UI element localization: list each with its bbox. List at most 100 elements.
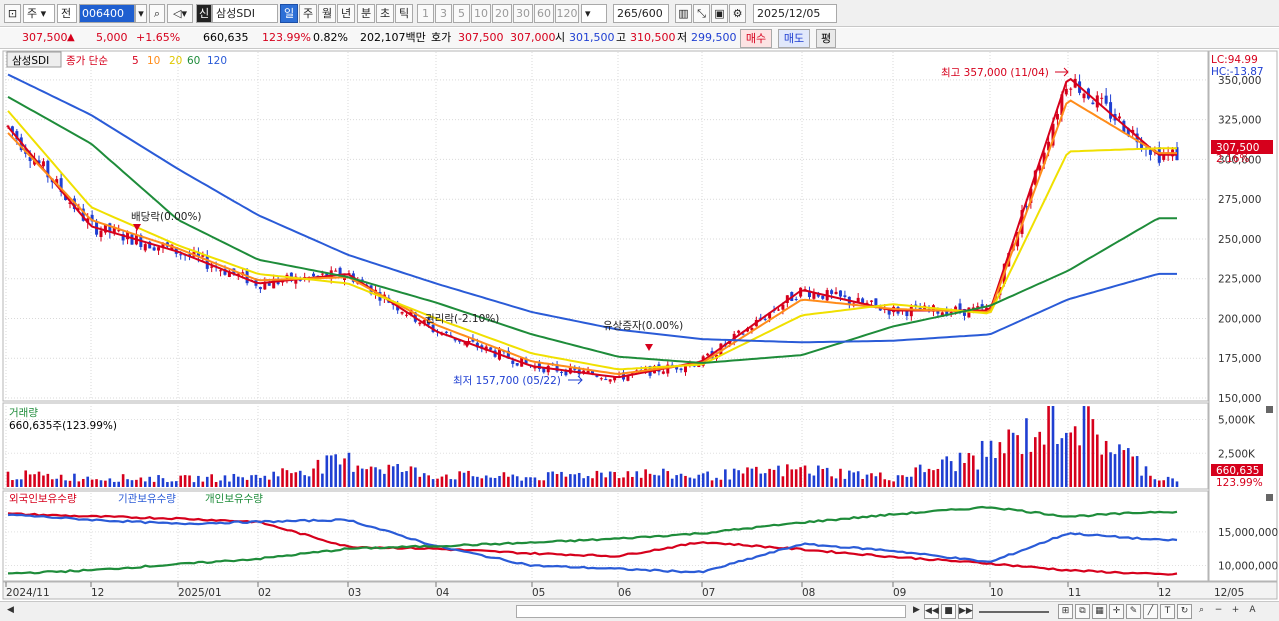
stock-name-field[interactable]: 삼성SDI bbox=[212, 4, 278, 23]
volume-bar bbox=[223, 475, 227, 487]
count-field[interactable]: 265/600 bbox=[613, 4, 669, 23]
candle-body bbox=[143, 244, 147, 251]
volume-bar bbox=[1131, 456, 1135, 487]
volume-tag-pct: 123.99% bbox=[1216, 477, 1263, 489]
volume-panel-close-icon[interactable] bbox=[1266, 406, 1273, 413]
tab-day[interactable]: 일 bbox=[280, 4, 298, 23]
count-total: /600 bbox=[638, 7, 663, 20]
grid-toggle-icon[interactable]: ▦ bbox=[1092, 604, 1107, 619]
text-icon[interactable]: T bbox=[1160, 604, 1175, 619]
tab-minute[interactable]: 분 bbox=[357, 4, 375, 23]
save-icon[interactable]: ▣ bbox=[711, 4, 728, 23]
volume-bar bbox=[1020, 454, 1024, 487]
volume-bar bbox=[551, 471, 554, 487]
candle-body bbox=[1109, 102, 1113, 119]
tab-week[interactable]: 주 bbox=[299, 4, 317, 23]
interval-10[interactable]: 10 bbox=[471, 4, 491, 23]
interval-20[interactable]: 20 bbox=[492, 4, 512, 23]
interval-1[interactable]: 1 bbox=[417, 4, 434, 23]
zoom-out-icon[interactable]: − bbox=[1211, 604, 1226, 619]
tools-icon[interactable]: ✎ bbox=[1126, 604, 1141, 619]
market-select[interactable]: 전 bbox=[57, 4, 77, 23]
search-icon[interactable]: ⌕ bbox=[149, 4, 165, 23]
chart-area[interactable]: 2024/11 12 2025/01 02 03 04 05 06 07 08 09 10 11 12 1… bbox=[0, 50, 1279, 601]
copy-icon[interactable]: ⧉ bbox=[1075, 604, 1090, 619]
eval-button[interactable]: 평 bbox=[816, 29, 836, 48]
rewind-icon[interactable]: ◀◀ bbox=[924, 604, 939, 619]
volume-bar bbox=[799, 467, 802, 487]
volume-tick-label: 2,500K bbox=[1218, 448, 1256, 460]
y-tick-label: 275,000 bbox=[1218, 194, 1261, 206]
interval-60[interactable]: 60 bbox=[534, 4, 554, 23]
volume-bar bbox=[1007, 429, 1011, 487]
volume-bar bbox=[1149, 475, 1152, 487]
interval-120[interactable]: 120 bbox=[555, 4, 579, 23]
x-tick-label: 04 bbox=[436, 587, 450, 599]
indicator-icon[interactable]: ⤡ bbox=[693, 4, 710, 23]
volume-bar bbox=[595, 470, 599, 487]
zoom-icon[interactable]: ⌕ bbox=[1194, 604, 1209, 619]
volume-bar bbox=[1140, 475, 1143, 487]
tab-year[interactable]: 년 bbox=[337, 4, 355, 23]
volume-bar bbox=[1073, 426, 1077, 487]
volume-bar bbox=[697, 474, 701, 487]
forward-icon[interactable]: ▶▶ bbox=[958, 604, 973, 619]
refresh-icon[interactable]: ↻ bbox=[1177, 604, 1192, 619]
volume-bar bbox=[936, 468, 940, 487]
candle-body bbox=[312, 273, 316, 277]
code-dropdown-icon[interactable]: ▾ bbox=[135, 4, 147, 23]
volume-bar bbox=[1087, 406, 1090, 487]
period-type-select[interactable]: 주 ▾ bbox=[23, 4, 55, 23]
speaker-icon[interactable]: ◁▾ bbox=[167, 4, 193, 23]
zoom-in-icon[interactable]: + bbox=[1228, 604, 1243, 619]
volume-bar bbox=[693, 478, 696, 487]
volume-bar bbox=[312, 468, 315, 487]
volume-bar bbox=[81, 478, 85, 487]
scroll-thumb[interactable] bbox=[516, 605, 906, 618]
buy-button[interactable]: 매수 bbox=[740, 29, 772, 48]
volume-bar bbox=[617, 478, 621, 487]
volume-bar bbox=[591, 478, 594, 487]
speed-slider[interactable] bbox=[979, 611, 1049, 613]
volume-bar bbox=[431, 479, 435, 487]
window-menu-icon[interactable]: ⊡ bbox=[4, 4, 21, 23]
volume-bar bbox=[848, 470, 851, 487]
volume-bar bbox=[688, 477, 692, 487]
volume-bar bbox=[214, 481, 218, 487]
candle-body bbox=[599, 378, 603, 380]
crosshair-icon[interactable]: ✛ bbox=[1109, 604, 1124, 619]
draw-icon[interactable]: ╱ bbox=[1143, 604, 1158, 619]
interval-3[interactable]: 3 bbox=[435, 4, 452, 23]
volume-bar bbox=[648, 473, 652, 487]
scroll-right-icon[interactable]: ▶ bbox=[909, 604, 924, 619]
holdings-panel-close-icon[interactable] bbox=[1266, 494, 1273, 501]
auto-scale-icon[interactable]: A bbox=[1245, 604, 1260, 619]
volume-bar bbox=[1042, 444, 1046, 487]
tab-month[interactable]: 월 bbox=[318, 4, 336, 23]
volume-bar bbox=[179, 475, 182, 487]
price-y-axis: 150,000 175,000 200,000 225,000 250,000 275,0… bbox=[1218, 75, 1261, 405]
volume-bar bbox=[130, 480, 134, 487]
interval-30[interactable]: 30 bbox=[513, 4, 533, 23]
candle-body bbox=[511, 360, 515, 364]
tab-tick[interactable]: 틱 bbox=[395, 4, 413, 23]
turnover-ratio: 0.82% bbox=[313, 31, 348, 44]
bid-price: 307,000 bbox=[510, 31, 556, 44]
sell-button[interactable]: 매도 bbox=[778, 29, 810, 48]
volume-bar bbox=[1047, 406, 1050, 487]
scroll-left-icon[interactable]: ◀ bbox=[3, 604, 18, 619]
candle-type-icon[interactable]: ▥ bbox=[675, 4, 692, 23]
date-field[interactable]: 2025/12/05 bbox=[753, 4, 837, 23]
volume-bar bbox=[427, 475, 430, 487]
tab-second[interactable]: 초 bbox=[376, 4, 394, 23]
stop-icon[interactable]: ■ bbox=[941, 604, 956, 619]
layout-icon[interactable]: ⊞ bbox=[1058, 604, 1073, 619]
x-tick-label: 2024/11 bbox=[6, 587, 50, 599]
interval-5[interactable]: 5 bbox=[453, 4, 470, 23]
candle-body bbox=[418, 322, 422, 325]
custom-interval-select[interactable]: ▾ bbox=[581, 4, 607, 23]
open-label: 시 bbox=[555, 31, 566, 44]
settings-icon[interactable]: ⚙ bbox=[729, 4, 746, 23]
code-input[interactable]: 006400 bbox=[79, 4, 135, 23]
volume-bar bbox=[728, 479, 732, 487]
